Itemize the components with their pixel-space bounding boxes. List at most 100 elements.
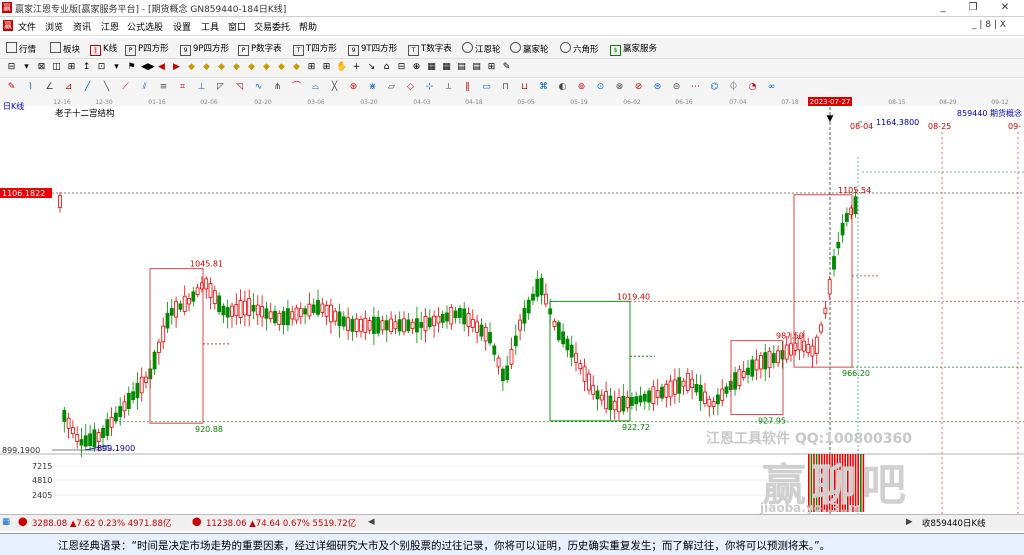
analysis-tool-icon[interactable]: ▱: [386, 82, 397, 93]
menu-gann[interactable]: 江恩: [101, 20, 119, 33]
analysis-tool-icon[interactable]: ▭: [481, 82, 492, 93]
draw-tool-icon[interactable]: ▤: [471, 62, 482, 73]
draw-tool-icon[interactable]: ◀▶: [141, 62, 155, 73]
tool-p-table[interactable]: P P数字表: [238, 42, 282, 56]
analysis-tool-icon[interactable]: ╳: [329, 82, 340, 93]
menu-file[interactable]: 文件: [18, 20, 36, 33]
analysis-tool-icon[interactable]: ◔: [747, 82, 758, 93]
analysis-tool-icon[interactable]: ╱: [82, 82, 93, 93]
mdi-controls[interactable]: _ | 8 | X: [972, 20, 1006, 30]
tool-sector[interactable]: 板块: [50, 42, 80, 55]
analysis-tool-icon[interactable]: ⋇: [367, 82, 378, 93]
menu-trade[interactable]: 交易委托: [254, 20, 290, 33]
sh-index-text[interactable]: 3288.08 ▲7.62 0.23% 4971.88亿: [32, 517, 171, 529]
analysis-tool-icon[interactable]: ⫽: [139, 82, 150, 93]
draw-tool-icon[interactable]: ◆: [261, 62, 272, 73]
analysis-tool-icon[interactable]: ⊘: [633, 82, 644, 93]
analysis-tool-icon[interactable]: ⊥: [196, 82, 207, 93]
analysis-tool-icon[interactable]: ⊹: [424, 82, 435, 93]
draw-tool-icon[interactable]: ⊡: [96, 62, 107, 73]
draw-tool-icon[interactable]: ⊕: [411, 62, 422, 73]
analysis-tool-icon[interactable]: ⋔: [272, 82, 283, 93]
analysis-tool-icon[interactable]: ⊗: [614, 82, 625, 93]
draw-tool-icon[interactable]: ⊟: [396, 62, 407, 73]
draw-tool-icon[interactable]: ◆: [276, 62, 287, 73]
tool-quote[interactable]: 行情: [6, 42, 36, 55]
draw-tool-icon[interactable]: ▦: [426, 62, 437, 73]
menu-info[interactable]: 资讯: [73, 20, 91, 33]
draw-tool-icon[interactable]: ✋: [336, 62, 347, 73]
analysis-tool-icon[interactable]: ≡: [158, 82, 169, 93]
draw-tool-icon[interactable]: ▾: [21, 62, 32, 73]
draw-tool-icon[interactable]: ⊞: [321, 62, 332, 73]
draw-tool-icon[interactable]: ▶: [171, 62, 182, 73]
analysis-tool-icon[interactable]: ◸: [215, 82, 226, 93]
analysis-tool-icon[interactable]: ⟋: [120, 82, 131, 93]
analysis-tool-icon[interactable]: ╲: [101, 82, 112, 93]
analysis-tool-icon[interactable]: ⋯: [690, 82, 701, 93]
analysis-tool-icon[interactable]: ⌗: [177, 82, 188, 93]
analysis-tool-icon[interactable]: ∠: [44, 82, 55, 93]
scroll-left-icon[interactable]: ◀: [368, 517, 375, 527]
tool-t-square[interactable]: T T四方形: [293, 42, 337, 56]
analysis-tool-icon[interactable]: ⊔: [519, 82, 530, 93]
draw-tool-icon[interactable]: +: [351, 62, 362, 73]
analysis-tool-icon[interactable]: ⏀: [728, 82, 739, 93]
draw-tool-icon[interactable]: ⊞: [486, 62, 497, 73]
draw-tool-icon[interactable]: ◆: [291, 62, 302, 73]
draw-tool-icon[interactable]: ◀: [156, 62, 167, 73]
menu-help[interactable]: 帮助: [299, 20, 317, 33]
draw-tool-icon[interactable]: ◆: [231, 62, 242, 73]
tool-winner-wheel[interactable]: 赢家轮: [510, 42, 549, 55]
analysis-tool-icon[interactable]: ⊙: [595, 82, 606, 93]
analysis-tool-icon[interactable]: ⊚: [576, 82, 587, 93]
draw-tool-icon[interactable]: ⚑: [126, 62, 137, 73]
analysis-tool-icon[interactable]: ⌇: [25, 82, 36, 93]
analysis-tool-icon[interactable]: ‖: [462, 82, 473, 93]
menu-tools[interactable]: 工具: [201, 20, 219, 33]
draw-tool-icon[interactable]: ⌂: [381, 62, 392, 73]
draw-tool-icon[interactable]: ⊠: [36, 62, 47, 73]
draw-tool-icon[interactable]: ▾: [111, 62, 122, 73]
tool-gann-wheel[interactable]: 江恩轮: [462, 42, 501, 55]
analysis-tool-icon[interactable]: ⌓: [310, 82, 321, 93]
analysis-tool-icon[interactable]: ⊝: [671, 82, 682, 93]
draw-tool-icon[interactable]: ✎: [501, 62, 512, 73]
tool-kline[interactable]: ‖ K线: [90, 42, 117, 56]
analysis-tool-icon[interactable]: ◇: [405, 82, 416, 93]
analysis-tool-icon[interactable]: ◐: [557, 82, 568, 93]
analysis-tool-icon[interactable]: ⌬: [709, 82, 720, 93]
draw-tool-icon[interactable]: ◆: [216, 62, 227, 73]
analysis-tool-icon[interactable]: ∞: [766, 82, 777, 93]
tool-9t-square[interactable]: 9 9T四方形: [348, 42, 397, 56]
draw-tool-icon[interactable]: ↥: [81, 62, 92, 73]
analysis-tool-icon[interactable]: ◹: [234, 82, 245, 93]
maximize-button[interactable]: ❐: [958, 0, 988, 16]
draw-tool-icon[interactable]: ◆: [246, 62, 257, 73]
analysis-tool-icon[interactable]: ⌘: [538, 82, 549, 93]
analysis-tool-icon[interactable]: ⌒: [291, 82, 302, 93]
chart-area[interactable]: 12-16 12-30 01-16 02-06 02-20 03-06 03-20 04-03…: [0, 97, 1024, 515]
draw-tool-icon[interactable]: ⊞: [66, 62, 77, 73]
analysis-tool-icon[interactable]: ⊛: [348, 82, 359, 93]
analysis-tool-icon[interactable]: ⟂: [443, 82, 454, 93]
draw-tool-icon[interactable]: ↘: [366, 62, 377, 73]
close-button[interactable]: ✕: [990, 0, 1020, 16]
tool-hexagon[interactable]: 六角形: [560, 42, 599, 55]
draw-tool-icon[interactable]: ⊟: [6, 62, 17, 73]
analysis-tool-icon[interactable]: ⊓: [500, 82, 511, 93]
menu-browse[interactable]: 浏览: [45, 20, 63, 33]
tool-p-square[interactable]: P P四方形: [125, 42, 169, 56]
menu-window[interactable]: 窗口: [228, 20, 246, 33]
menu-formula[interactable]: 公式选股: [127, 20, 163, 33]
analysis-tool-icon[interactable]: ⊿: [63, 82, 74, 93]
draw-tool-icon[interactable]: ▦: [441, 62, 452, 73]
scroll-right-icon[interactable]: ▶: [906, 517, 913, 527]
draw-tool-icon[interactable]: ◆: [186, 62, 197, 73]
tool-service[interactable]: $ 赢家服务: [610, 42, 657, 56]
draw-tool-icon[interactable]: ◫: [51, 62, 62, 73]
minimize-button[interactable]: _: [928, 0, 958, 16]
draw-tool-icon[interactable]: ▤: [456, 62, 467, 73]
draw-tool-icon[interactable]: ⊞: [306, 62, 317, 73]
sz-index-text[interactable]: 11238.06 ▲74.64 0.67% 5519.72亿: [206, 517, 356, 529]
